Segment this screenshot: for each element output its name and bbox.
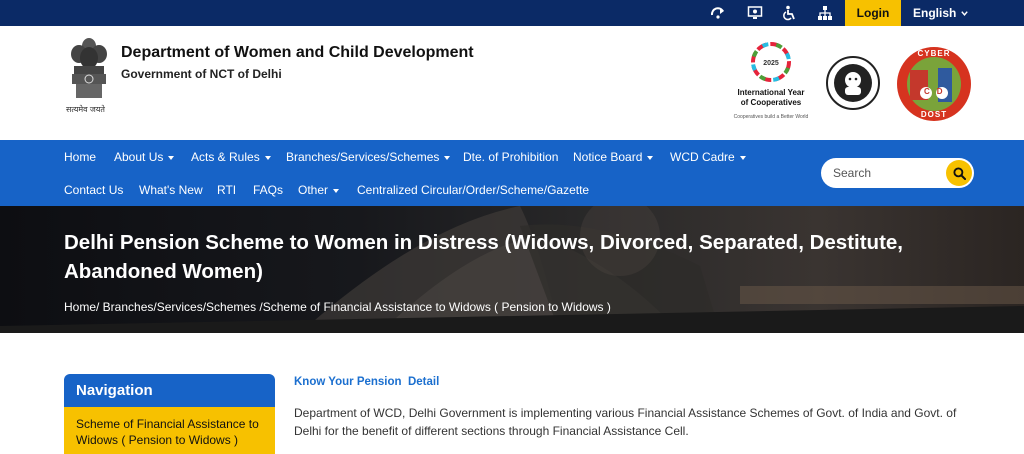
coop-tagline: Cooperatives build a Better World [733,114,809,120]
sitemap-icon[interactable] [816,4,834,22]
coop-title: International Year of Cooperatives [737,88,805,107]
nav-centralized-circular[interactable]: Centralized Circular/Order/Scheme/Gazett… [357,180,589,200]
nav-branches-services-schemes[interactable]: Branches/Services/Schemes [286,147,451,167]
search-button[interactable] [946,160,972,186]
nav-label: Contact Us [64,183,124,197]
top-utility-bar: Login English [0,0,1024,26]
caret-down-icon [739,155,746,160]
nav-home[interactable]: Home [64,147,96,167]
sidebar-item-active[interactable]: Scheme of Financial Assistance to Widows… [64,407,275,454]
search-icon [952,166,966,180]
login-button[interactable]: Login [845,0,901,26]
nav-label: WCD Cadre [670,150,735,164]
chevron-down-icon [961,10,969,16]
nav-label: Other [298,183,329,197]
nav-contact-us[interactable]: Contact Us [64,180,123,200]
nav-whats-new[interactable]: What's New [139,180,203,200]
nav-notice-board[interactable]: Notice Board [573,147,654,167]
nav-rti[interactable]: RTI [217,180,236,200]
language-selector[interactable]: English [913,0,969,26]
cooperatives-year-logo[interactable]: 2025 International Year of Cooperatives … [733,38,809,124]
department-title[interactable]: Department of Women and Child Developmen… [121,44,474,62]
nav-dte-prohibition[interactable]: Dte. of Prohibition [463,147,558,167]
nav-about-us[interactable]: About Us [114,147,175,167]
main-nav: Home About Us Acts & Rules Branches/Serv… [0,140,1024,206]
know-your-pension-link[interactable]: Know Your Pension Detail [294,376,439,388]
search-input[interactable] [833,165,943,181]
sidebar-heading: Navigation [64,374,275,407]
cyber-letters: CD [924,87,950,96]
nav-label: Dte. of Prohibition [463,150,559,164]
language-label: English [913,6,957,20]
beti-bachao-logo-icon[interactable] [826,56,880,110]
search-box [821,158,974,188]
national-emblem-icon[interactable] [64,32,114,114]
department-subtitle: Government of NCT of Delhi [121,67,282,81]
nav-wcd-cadre[interactable]: WCD Cadre [670,147,746,167]
caret-down-icon [333,188,340,193]
cyber-dost-logo[interactable]: CYBER CD DOST [896,46,972,122]
nav-label: Branches/Services/Schemes [286,150,440,164]
nav-label: Notice Board [573,150,643,164]
screen-reader-icon[interactable] [746,4,764,22]
caret-down-icon [444,155,451,160]
nav-label: RTI [217,183,237,197]
nav-label: Centralized Circular/Order/Scheme/Gazett… [357,183,590,197]
nav-label: Home [64,150,97,164]
cyber-bottom-text: DOST [920,110,948,119]
coop-year: 2025 [763,60,779,67]
nav-label: What's New [139,183,203,197]
nav-faqs[interactable]: FAQs [253,180,283,200]
emblem-caption: सत्यमेव जयते [66,105,105,114]
accessibility-icon[interactable] [780,4,798,22]
nav-label: FAQs [253,183,284,197]
caret-down-icon [168,155,175,160]
page-banner: Delhi Pension Scheme to Women in Distres… [0,206,1024,333]
caret-down-icon [264,155,271,160]
nav-label: About Us [114,150,164,164]
skip-to-content-icon[interactable] [709,4,727,22]
breadcrumb[interactable]: Home/ Branches/Services/Schemes /Scheme … [64,300,611,314]
caret-down-icon [647,155,654,160]
nav-acts-rules[interactable]: Acts & Rules [191,147,271,167]
intro-paragraph: Department of WCD, Delhi Government is i… [294,406,957,438]
nav-label: Acts & Rules [191,150,260,164]
site-header: सत्यमेव जयते Department of Women and Chi… [0,26,1024,140]
nav-other[interactable]: Other [298,180,340,200]
page-title: Delhi Pension Scheme to Women in Distres… [64,231,903,283]
cyber-top-text: CYBER [917,49,951,58]
